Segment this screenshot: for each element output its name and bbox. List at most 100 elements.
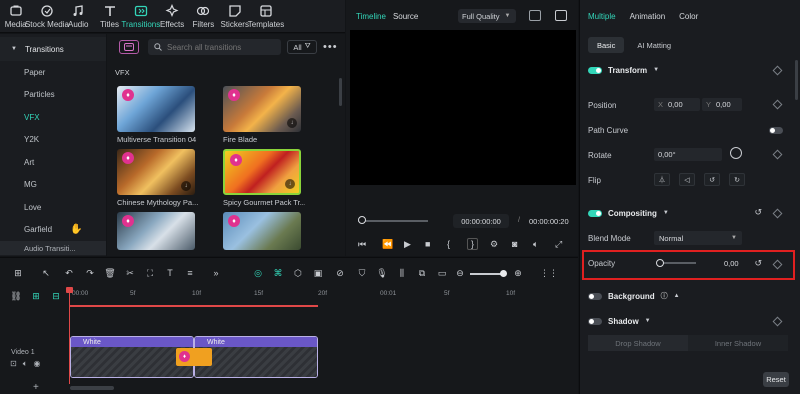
- adjust-icon[interactable]: ≡: [184, 267, 196, 279]
- sidebar-header[interactable]: ▼ Transitions: [0, 37, 106, 61]
- transition-thumb-6[interactable]: ♦: [223, 212, 301, 250]
- track-lock-icon[interactable]: ⊡: [10, 359, 17, 369]
- add-track-button[interactable]: +: [33, 382, 39, 393]
- render-icon[interactable]: ⚙: [490, 238, 498, 250]
- grid-view-icon[interactable]: [529, 10, 541, 21]
- more-options-icon[interactable]: •••: [323, 41, 338, 53]
- mark-in-icon[interactable]: {: [447, 238, 450, 250]
- track-manage-icon[interactable]: ⊟: [50, 290, 62, 302]
- quality-select[interactable]: Full Quality ▼: [458, 9, 516, 23]
- position-x-field[interactable]: X 0,00: [654, 98, 700, 111]
- sidebar-item-garfield[interactable]: Garfield ✋: [0, 219, 106, 242]
- subtab-basic[interactable]: Basic: [588, 37, 625, 53]
- audio-mixer-icon[interactable]: ⫼: [396, 267, 408, 279]
- reset-icon[interactable]: ↺: [754, 258, 762, 269]
- keyframe-icon[interactable]: [772, 149, 783, 160]
- tab-animation[interactable]: Animation: [630, 12, 666, 21]
- rotate-right-icon[interactable]: ↻: [729, 173, 745, 186]
- compositing-toggle[interactable]: [588, 209, 602, 217]
- timeline-clip-white-2[interactable]: White: [194, 336, 318, 378]
- subtab-ai-matting[interactable]: AI Matting: [628, 37, 680, 53]
- keyframe-icon[interactable]: [772, 208, 783, 219]
- rotate-dial-icon[interactable]: [730, 147, 742, 159]
- prev-frame-icon[interactable]: ⏮: [358, 238, 366, 250]
- transition-marker[interactable]: ♦: [176, 348, 212, 366]
- toolbar-audio[interactable]: Audio: [63, 0, 94, 32]
- toolbar-transitions[interactable]: Transitions: [121, 0, 160, 32]
- tab-multiple[interactable]: Multiple: [588, 12, 616, 21]
- more-tools-icon[interactable]: »: [210, 267, 222, 279]
- microphone-icon[interactable]: 🎙︎: [376, 267, 388, 279]
- zoom-in-icon[interactable]: ⊕: [512, 267, 524, 279]
- playhead-handle[interactable]: [66, 287, 73, 293]
- tab-timeline[interactable]: Timeline: [356, 12, 386, 21]
- drop-shadow-tab[interactable]: Drop Shadow: [588, 335, 688, 351]
- shadow-toggle[interactable]: [588, 317, 602, 325]
- shield-icon[interactable]: ⛉: [356, 267, 368, 279]
- download-icon[interactable]: ↓: [285, 179, 295, 189]
- transform-header[interactable]: Transform ▼: [588, 64, 659, 76]
- transition-thumb-chinese-mythology[interactable]: ♦ ↓: [117, 149, 195, 195]
- panel-scrollbar[interactable]: [795, 60, 798, 100]
- search-input[interactable]: [167, 42, 277, 52]
- scrubber-handle[interactable]: [358, 216, 366, 224]
- sidebar-item-art[interactable]: Art: [0, 151, 106, 174]
- library-scrollbar[interactable]: [339, 78, 342, 106]
- download-icon[interactable]: ↓: [287, 118, 297, 128]
- split-screen-icon[interactable]: ⧉: [416, 267, 428, 279]
- snapshot-icon[interactable]: ◙: [512, 238, 517, 250]
- delete-icon[interactable]: 🗑︎: [104, 267, 116, 279]
- compositing-header[interactable]: Compositing ▼: [588, 207, 669, 219]
- transition-thumb-5[interactable]: ♦: [117, 212, 195, 250]
- keyframe-icon[interactable]: [772, 316, 783, 327]
- reset-icon[interactable]: ↺: [754, 207, 762, 218]
- redo-icon[interactable]: ↷: [84, 267, 96, 279]
- sidebar-item-mg[interactable]: MG: [0, 174, 106, 197]
- snapshot-image-icon[interactable]: [555, 10, 567, 21]
- search-box[interactable]: [148, 39, 281, 55]
- flip-vertical-icon[interactable]: ◁: [679, 173, 695, 186]
- speed-icon[interactable]: ⊘: [334, 267, 346, 279]
- crop-icon[interactable]: ⛶: [144, 267, 156, 279]
- path-curve-toggle[interactable]: [769, 127, 783, 134]
- marker-icon[interactable]: ⬡: [292, 267, 304, 279]
- stop-icon[interactable]: ■: [425, 238, 430, 250]
- tab-color[interactable]: Color: [679, 12, 698, 21]
- timeline-scrollbar[interactable]: [70, 386, 114, 390]
- link-icon[interactable]: ⛓: [10, 290, 22, 302]
- snap-icon[interactable]: ⌘: [272, 267, 284, 279]
- toolbar-stickers[interactable]: Stickers: [219, 0, 250, 32]
- help-icon[interactable]: ⓘ: [661, 291, 668, 301]
- tab-source[interactable]: Source: [393, 12, 418, 21]
- picture-in-picture-icon[interactable]: ▭: [436, 267, 448, 279]
- track-audio-icon[interactable]: 🔈︎: [23, 359, 28, 369]
- playback-scrubber[interactable]: [358, 220, 428, 222]
- fullscreen-icon[interactable]: ⤢: [555, 238, 562, 250]
- category-chip-icon[interactable]: [119, 40, 139, 54]
- volume-icon[interactable]: 🔈︎: [533, 238, 538, 250]
- timeline-options-icon[interactable]: ⋮⋮: [540, 267, 558, 279]
- undo-icon[interactable]: ↶: [63, 267, 75, 279]
- ai-tool-icon[interactable]: ◎: [252, 267, 264, 279]
- toolbar-templates[interactable]: Templates: [248, 0, 284, 32]
- shadow-header[interactable]: Shadow ▼: [588, 315, 651, 327]
- zoom-slider-handle[interactable]: [500, 270, 507, 277]
- transition-thumb-multiverse[interactable]: ♦: [117, 86, 195, 132]
- download-icon[interactable]: ↓: [181, 181, 191, 191]
- select-tool-icon[interactable]: ↖: [40, 267, 52, 279]
- mark-out-icon[interactable]: }: [467, 238, 479, 250]
- toolbar-filters[interactable]: Filters: [188, 0, 219, 32]
- keyframe-icon[interactable]: [772, 65, 783, 76]
- playhead[interactable]: [69, 289, 70, 384]
- opacity-value[interactable]: 0,00: [724, 259, 739, 268]
- sidebar-item-vfx[interactable]: VFX: [0, 106, 106, 129]
- track-visibility-icon[interactable]: ◉: [34, 359, 41, 369]
- step-back-icon[interactable]: ⏪: [382, 238, 393, 250]
- add-track-icon[interactable]: ⊞: [30, 290, 42, 302]
- text-icon[interactable]: T: [164, 267, 176, 279]
- image-icon[interactable]: ▣: [312, 267, 324, 279]
- inner-shadow-tab[interactable]: Inner Shadow: [688, 335, 788, 351]
- rotate-field[interactable]: 0,00°: [654, 148, 722, 161]
- sidebar-item-audio-transitions[interactable]: Audio Transiti...: [0, 241, 106, 255]
- position-y-field[interactable]: Y 0,00: [702, 98, 742, 111]
